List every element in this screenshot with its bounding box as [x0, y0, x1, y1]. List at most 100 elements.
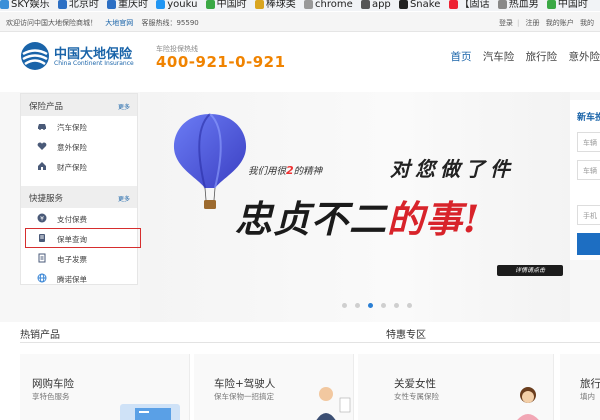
product-cards: 网购车险 享特色服务 车险+驾驶人 保车保物一招搞定 关爱女性 女性专属保险 旅… [0, 354, 600, 420]
card-subtitle: 享特色服务 [32, 392, 70, 401]
main-nav: 首页 汽车险 旅行险 意外险 [442, 49, 600, 64]
vehicle-field[interactable]: 车辆 [577, 132, 600, 152]
my-account-link[interactable]: 我的账户 [546, 19, 574, 27]
sidebar-item-label: 电子发票 [57, 255, 87, 264]
bookmark-label: youku [167, 0, 198, 10]
house-icon [38, 162, 46, 170]
carousel-dot[interactable] [407, 303, 412, 308]
heart-icon [37, 142, 47, 150]
nav-travel-insurance[interactable]: 旅行险 [526, 51, 558, 63]
more-link[interactable]: 更多 [118, 102, 130, 111]
top-info-bar: 欢迎访问中国大地保险商城！ 大地官网 客服热线：95590 登录 | 注册 我的账… [0, 12, 600, 32]
sidebar-item-pay-premium[interactable]: ¥ 支付保费 [21, 208, 137, 228]
hotline-number: 400-921-0-921 [156, 53, 286, 71]
bookmark[interactable]: 中国时 [546, 0, 588, 10]
bookmark-label: 棒球类 [265, 0, 296, 10]
bookmark[interactable]: 中国时 [205, 0, 247, 10]
sidebar-item-tengnuo-policy[interactable]: 腾诺保单 [21, 268, 137, 288]
sidebar-item-accident-insurance[interactable]: 意外保险 [21, 136, 137, 156]
site-header: 中国大地保险 China Continent Insurance 车险投保热线 … [0, 33, 600, 85]
bookmark-label: 北京时 [68, 0, 99, 10]
more-link[interactable]: 更多 [118, 194, 130, 203]
nav-accident-insurance[interactable]: 意外险 [569, 51, 600, 63]
form-submit-button[interactable] [577, 233, 600, 255]
phone-field[interactable]: 手机 [577, 205, 600, 225]
sidebar-section-header: 快捷服务 更多 [21, 186, 137, 208]
sidebar-item-e-invoice[interactable]: 电子发票 [21, 248, 137, 268]
official-site-link[interactable]: 大地官网 [105, 19, 133, 27]
logo-emblem-icon [21, 42, 49, 70]
sidebar-section-title: 保险产品 [29, 102, 64, 112]
bookmark-label: SKY娱乐 [11, 0, 50, 10]
sidebar-item-policy-query[interactable]: 保单查询 [25, 228, 141, 248]
bookmark[interactable]: 【固话 [448, 0, 490, 10]
bookmark[interactable]: youku [156, 0, 198, 10]
bookmark-label: 热血男 [508, 0, 539, 10]
logo-english-name: China Continent Insurance [54, 60, 134, 67]
card-title: 关爱女性 [394, 378, 436, 390]
globe-icon [37, 273, 47, 283]
bookmark-label: 【固话 [459, 0, 490, 10]
car-icon [38, 124, 46, 130]
hot-products-title: 热销产品 [20, 330, 60, 341]
carousel-dot[interactable] [342, 303, 347, 308]
card-subtitle: 填内 [580, 392, 595, 401]
driver-illustration-icon [316, 387, 351, 420]
bookmark-label: 重庆时 [118, 0, 149, 10]
section-divider [20, 342, 600, 343]
sidebar-item-auto-insurance[interactable]: 汽车保险 [21, 116, 137, 136]
carousel-dot-active[interactable] [368, 303, 373, 308]
yen-coin-icon: ¥ [37, 213, 47, 223]
service-hotline-text: 客服热线：95590 [141, 19, 199, 27]
sidebar-item-property-insurance[interactable]: 财产保险 [21, 156, 137, 176]
product-card-women-care[interactable]: 关爱女性 女性专属保险 [358, 354, 554, 420]
my-link[interactable]: 我的 [580, 19, 594, 27]
product-card-auto-driver[interactable]: 车险+驾驶人 保车保物一招搞定 [194, 354, 354, 420]
bookmark[interactable]: 重庆时 [107, 0, 149, 10]
vehicle-field-2[interactable]: 车辆 [577, 160, 600, 180]
special-offers-title: 特惠专区 [386, 330, 426, 341]
bookmarks-bar: SKY娱乐 北京时 重庆时 youku 中国时 棒球类 chrome app S… [0, 0, 600, 11]
bookmark-label: chrome [315, 0, 353, 10]
card-subtitle: 保车保物一招搞定 [214, 392, 274, 401]
bookmark[interactable]: 棒球类 [254, 0, 296, 10]
hero-detail-button[interactable]: 详情请点击 [497, 265, 563, 276]
login-link[interactable]: 登录 [499, 19, 513, 27]
document-phone-icon [39, 234, 45, 242]
carousel-dot[interactable] [394, 303, 399, 308]
bookmark-label: 中国时 [216, 0, 247, 10]
card-subtitle: 女性专属保险 [394, 392, 439, 401]
slogan-number: 2 [286, 164, 294, 177]
slogan-big-red-part: 的事! [387, 197, 481, 241]
register-link[interactable]: 注册 [526, 19, 540, 27]
bookmark[interactable]: chrome [304, 0, 353, 10]
bookmark-label: 中国时 [557, 0, 588, 10]
nav-auto-insurance[interactable]: 汽车险 [483, 51, 515, 63]
sidebar-section-title: 快捷服务 [29, 194, 64, 204]
carousel-dot[interactable] [355, 303, 360, 308]
invoice-icon [38, 253, 46, 263]
left-sidebar: 保险产品 更多 汽车保险 意外保险 财产保险 快捷服务 更多 ¥ 支付保费 保单… [20, 93, 141, 288]
card-title: 网购车险 [32, 378, 74, 390]
nav-home[interactable]: 首页 [450, 51, 471, 63]
carousel-dot[interactable] [381, 303, 386, 308]
sidebar-item-label: 保单查询 [57, 235, 87, 244]
sidebar-item-label: 意外保险 [57, 143, 87, 152]
card-title: 车险+驾驶人 [214, 378, 276, 390]
quote-form-panel: 新车投 车辆 车辆 手机 [570, 100, 600, 260]
slogan-big-part: 忠贞不二 [235, 197, 387, 241]
product-card-online-auto[interactable]: 网购车险 享特色服务 [20, 354, 190, 420]
bookmark[interactable]: 北京时 [57, 0, 99, 10]
bookmark-label: app [371, 0, 391, 10]
bookmark[interactable]: app [360, 0, 391, 10]
welcome-text: 欢迎访问中国大地保险商城！ [6, 19, 97, 27]
bookmark[interactable]: Snake [398, 0, 440, 10]
product-card-travel[interactable]: 旅行 填内 [560, 354, 600, 420]
woman-illustration-icon [517, 387, 539, 420]
form-title: 新车投 [577, 113, 600, 123]
card-title: 旅行 [580, 378, 600, 390]
bookmark[interactable]: 热血男 [497, 0, 539, 10]
company-logo[interactable]: 中国大地保险 China Continent Insurance [20, 41, 146, 73]
bookmark[interactable]: SKY娱乐 [0, 0, 50, 10]
